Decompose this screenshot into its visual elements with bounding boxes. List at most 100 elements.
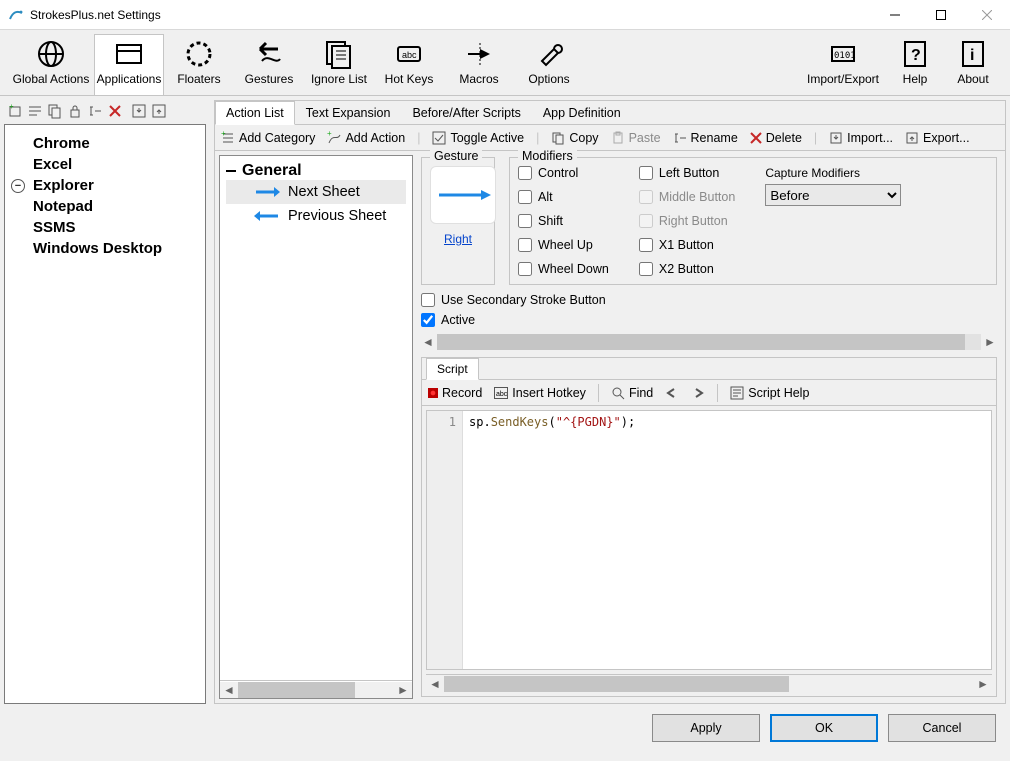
add-app-icon[interactable]: + bbox=[6, 102, 24, 120]
ribbon-import-export[interactable]: 0101 Import/Export bbox=[800, 35, 886, 95]
app-ssms[interactable]: SSMS bbox=[5, 217, 205, 238]
export-button[interactable]: Export... bbox=[905, 131, 970, 145]
find-prev-button[interactable] bbox=[665, 387, 679, 399]
app-icon bbox=[8, 7, 24, 23]
scroll-right-icon[interactable]: ► bbox=[974, 676, 992, 692]
import-button[interactable]: Import... bbox=[829, 131, 893, 145]
ribbon-about[interactable]: iAbout bbox=[944, 35, 1002, 95]
x2-button-checkbox[interactable]: X2 Button bbox=[639, 262, 735, 276]
script-tab[interactable]: Script bbox=[426, 358, 479, 380]
ok-button[interactable]: OK bbox=[770, 714, 878, 742]
scroll-right-icon[interactable]: ► bbox=[394, 682, 412, 698]
svg-text:+: + bbox=[221, 131, 226, 138]
ribbon-help[interactable]: ?Help bbox=[886, 35, 944, 95]
ribbon-ignore-list[interactable]: Ignore List bbox=[304, 35, 374, 95]
collapse-icon[interactable]: − bbox=[11, 179, 25, 193]
duplicate-icon[interactable] bbox=[46, 102, 64, 120]
ribbon-global-actions[interactable]: Global Actions bbox=[8, 35, 94, 95]
x1-button-checkbox[interactable]: X1 Button bbox=[639, 238, 735, 252]
gesture-preview[interactable] bbox=[430, 166, 496, 224]
minimize-button[interactable] bbox=[872, 0, 918, 30]
app-list[interactable]: ChromeExcel−ExplorerNotepadSSMSWindows D… bbox=[4, 124, 206, 704]
svg-text:abc: abc bbox=[402, 50, 417, 60]
scroll-right-icon[interactable]: ► bbox=[983, 335, 997, 349]
app-windows-desktop[interactable]: Windows Desktop bbox=[5, 238, 205, 259]
ribbon-label: Global Actions bbox=[13, 72, 90, 86]
tab-before-after-scripts[interactable]: Before/After Scripts bbox=[401, 101, 531, 124]
action-tree[interactable]: General Next SheetPrevious Sheet ◄ ► bbox=[219, 155, 413, 699]
tab-action-list[interactable]: Action List bbox=[215, 101, 295, 125]
scroll-left-icon[interactable]: ◄ bbox=[421, 335, 435, 349]
ribbon-macros[interactable]: Macros bbox=[444, 35, 514, 95]
category-row[interactable]: General bbox=[226, 162, 406, 180]
alt-checkbox[interactable]: Alt bbox=[518, 190, 609, 204]
about-icon: i bbox=[958, 37, 988, 71]
action-item[interactable]: Next Sheet bbox=[226, 180, 406, 204]
shift-checkbox[interactable]: Shift bbox=[518, 214, 609, 228]
ribbon-label: Help bbox=[903, 72, 928, 86]
import-app-icon[interactable] bbox=[130, 102, 148, 120]
app-explorer[interactable]: −Explorer bbox=[5, 175, 205, 196]
code-editor[interactable]: 1 sp.SendKeys("^{PGDN}"); bbox=[426, 410, 992, 670]
import-export-icon: 0101 bbox=[828, 37, 858, 71]
capture-label: Capture Modifiers bbox=[765, 166, 901, 180]
delete-app-icon[interactable] bbox=[106, 102, 124, 120]
rename-app-icon[interactable] bbox=[86, 102, 104, 120]
find-next-button[interactable] bbox=[691, 387, 705, 399]
app-label: Explorer bbox=[33, 177, 94, 194]
lock-icon[interactable] bbox=[66, 102, 84, 120]
wheelup-checkbox[interactable]: Wheel Up bbox=[518, 238, 609, 252]
app-excel[interactable]: Excel bbox=[5, 154, 205, 175]
gesture-arrow-icon bbox=[254, 185, 280, 199]
maximize-button[interactable] bbox=[918, 0, 964, 30]
ribbon-label: Import/Export bbox=[807, 72, 879, 86]
macros-icon bbox=[464, 37, 494, 71]
ribbon-applications[interactable]: Applications bbox=[94, 34, 164, 95]
ribbon-options[interactable]: Options bbox=[514, 35, 584, 95]
secondary-stroke-checkbox[interactable]: Use Secondary Stroke Button bbox=[421, 293, 997, 307]
ribbon-floaters[interactable]: Floaters bbox=[164, 35, 234, 95]
tab-app-definition[interactable]: App Definition bbox=[532, 101, 632, 124]
find-button[interactable]: Find bbox=[611, 386, 653, 400]
copy-button[interactable]: Copy bbox=[551, 131, 598, 145]
ribbon-gestures[interactable]: Gestures bbox=[234, 35, 304, 95]
scroll-left-icon[interactable]: ◄ bbox=[220, 682, 238, 698]
add-category-button[interactable]: +Add Category bbox=[221, 131, 315, 145]
record-button[interactable]: Record bbox=[428, 386, 482, 400]
code-hscroll[interactable]: ◄ ► bbox=[426, 674, 992, 692]
apply-button[interactable]: Apply bbox=[652, 714, 760, 742]
active-checkbox[interactable]: Active bbox=[421, 313, 997, 327]
control-checkbox[interactable]: Control bbox=[518, 166, 609, 180]
capture-select[interactable]: Before bbox=[765, 184, 901, 206]
export-app-icon[interactable] bbox=[150, 102, 168, 120]
insert-hotkey-button[interactable]: abcInsert Hotkey bbox=[494, 386, 586, 400]
svg-text:0101: 0101 bbox=[834, 51, 856, 61]
gestures-icon bbox=[254, 37, 284, 71]
cancel-button[interactable]: Cancel bbox=[888, 714, 996, 742]
ribbon-hot-keys[interactable]: abcHot Keys bbox=[374, 35, 444, 95]
collapse-icon[interactable] bbox=[226, 170, 236, 172]
close-button[interactable] bbox=[964, 0, 1010, 30]
ribbon-label: Options bbox=[528, 72, 569, 86]
ribbon-label: Floaters bbox=[177, 72, 220, 86]
app-chrome[interactable]: Chrome bbox=[5, 133, 205, 154]
scroll-left-icon[interactable]: ◄ bbox=[426, 676, 444, 692]
content-panel: Action ListText ExpansionBefore/After Sc… bbox=[214, 100, 1006, 704]
form-hscroll[interactable]: ◄ ► bbox=[421, 333, 997, 351]
app-notepad[interactable]: Notepad bbox=[5, 196, 205, 217]
add-action-button[interactable]: +Add Action bbox=[327, 131, 405, 145]
left-button-checkbox[interactable]: Left Button bbox=[639, 166, 735, 180]
wheeldown-checkbox[interactable]: Wheel Down bbox=[518, 262, 609, 276]
action-item[interactable]: Previous Sheet bbox=[226, 204, 406, 228]
script-help-button[interactable]: Script Help bbox=[730, 386, 809, 400]
toggle-active-button[interactable]: Toggle Active bbox=[432, 131, 524, 145]
toggle-regex-icon[interactable] bbox=[26, 102, 44, 120]
gesture-link[interactable]: Right bbox=[430, 224, 486, 246]
tab-text-expansion[interactable]: Text Expansion bbox=[295, 101, 402, 124]
applications-icon bbox=[114, 37, 144, 71]
rename-button[interactable]: Rename bbox=[673, 131, 738, 145]
script-toolbar: Record abcInsert Hotkey Find Script Help bbox=[422, 380, 996, 406]
tree-hscroll[interactable]: ◄ ► bbox=[220, 680, 412, 698]
delete-button[interactable]: Delete bbox=[750, 131, 802, 145]
window-title: StrokesPlus.net Settings bbox=[30, 8, 872, 22]
